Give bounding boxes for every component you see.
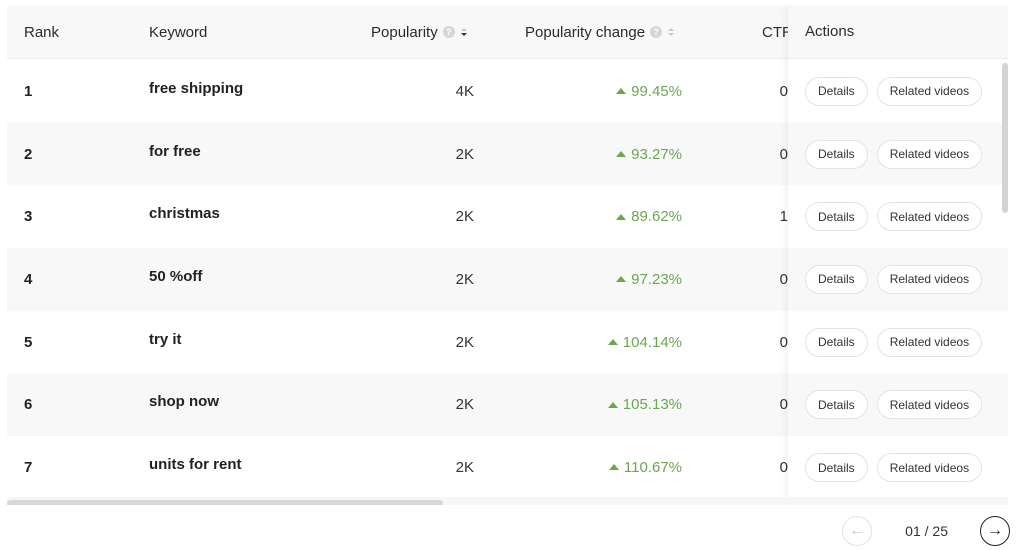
ctr-cell: 0: [779, 396, 788, 414]
ctr-cell: 0: [779, 145, 788, 163]
related-videos-button[interactable]: Related videos: [876, 264, 983, 294]
horizontal-scrollbar-thumb[interactable]: [7, 500, 443, 505]
help-icon[interactable]: ?: [442, 26, 455, 38]
popularity-change-cell: 104.14%: [567, 311, 682, 374]
pagination: ← 01 / 25 →: [842, 516, 1010, 546]
details-button[interactable]: Details: [805, 390, 868, 420]
keyword-cell: shop now: [149, 393, 219, 411]
row-actions: Details Related videos: [788, 60, 1008, 123]
prev-page-button[interactable]: ←: [842, 516, 873, 546]
vertical-scrollbar[interactable]: [1002, 63, 1008, 213]
keyword-cell: units for rent: [149, 456, 242, 474]
header-popularity[interactable]: Popularity ?: [371, 5, 469, 59]
popularity-change-value: 93.27%: [631, 145, 682, 163]
ctr-cell: 0: [779, 270, 788, 288]
popularity-cell: 2K: [455, 333, 474, 351]
popularity-cell: 2K: [455, 270, 474, 288]
related-videos-button[interactable]: Related videos: [876, 139, 983, 169]
details-button[interactable]: Details: [805, 453, 868, 483]
row-actions: Details Related videos: [788, 185, 1008, 249]
rank-cell: 2: [24, 145, 33, 163]
row-actions: Details Related videos: [788, 310, 1008, 374]
sort-icon[interactable]: [460, 26, 469, 38]
ctr-cell: 0: [779, 458, 788, 476]
ctr-cell: 1: [779, 208, 788, 226]
ctr-cell: 0: [779, 333, 788, 351]
ctr-cell: 0: [779, 82, 788, 100]
keyword-table: Rank Keyword Popularity ? Popularity cha…: [7, 5, 1008, 505]
actions-column: Actions Details Related videos Details Rela…: [788, 5, 1008, 505]
popularity-change-value: 97.23%: [631, 270, 682, 288]
next-page-button[interactable]: →: [980, 516, 1010, 546]
popularity-change-cell: 105.13%: [567, 373, 682, 436]
header-popularity-label[interactable]: Popularity: [371, 24, 438, 41]
header-keyword-label: Keyword: [149, 23, 208, 41]
header-rank-label: Rank: [24, 23, 60, 41]
details-button[interactable]: Details: [805, 76, 868, 106]
popularity-cell: 2K: [455, 458, 474, 476]
details-button[interactable]: Details: [805, 327, 868, 357]
row-actions: Details Related videos: [788, 373, 1008, 437]
trend-up-icon: [607, 401, 618, 408]
popularity-change-value: 99.45%: [631, 82, 682, 100]
keyword-cell: try it: [149, 330, 182, 348]
popularity-cell: 2K: [455, 208, 474, 226]
rank-cell: 3: [24, 208, 33, 226]
header-actions-label: Actions: [805, 23, 855, 40]
related-videos-button[interactable]: Related videos: [876, 327, 983, 357]
details-button[interactable]: Details: [805, 202, 868, 232]
related-videos-button[interactable]: Related videos: [876, 390, 983, 420]
trend-up-icon: [616, 88, 627, 95]
popularity-change-value: 110.67%: [623, 458, 682, 476]
trend-up-icon: [608, 464, 619, 471]
popularity-change-cell: 110.67%: [567, 436, 682, 499]
popularity-change-value: 105.13%: [622, 396, 682, 414]
popularity-cell: 4K: [455, 82, 474, 100]
header-popularity-change[interactable]: Popularity change ?: [525, 5, 676, 59]
rank-cell: 6: [24, 396, 33, 414]
rank-cell: 4: [24, 270, 33, 288]
header-actions: Actions: [788, 5, 1008, 59]
trend-up-icon: [607, 339, 618, 346]
help-icon[interactable]: ?: [650, 26, 663, 38]
keyword-cell: free shipping: [149, 80, 244, 97]
trend-up-icon: [616, 276, 627, 283]
trend-up-icon: [616, 213, 627, 220]
popularity-change-value: 104.14%: [622, 333, 682, 351]
arrow-right-icon: →: [987, 522, 1003, 539]
popularity-change-cell: 99.45%: [567, 60, 682, 123]
arrow-left-icon: ←: [849, 522, 866, 539]
popularity-cell: 2K: [455, 145, 474, 163]
page-indicator: 01 / 25: [905, 523, 948, 539]
popularity-cell: 2K: [455, 396, 474, 414]
sort-icon[interactable]: [668, 26, 676, 38]
row-actions: Details Related videos: [788, 436, 1008, 499]
trend-up-icon: [616, 151, 627, 158]
popularity-change-cell: 89.62%: [567, 185, 682, 248]
popularity-change-cell: 93.27%: [567, 123, 682, 186]
rank-cell: 1: [24, 82, 33, 100]
rank-cell: 7: [24, 458, 33, 476]
rank-cell: 5: [24, 333, 33, 351]
keyword-cell: christmas: [149, 205, 220, 223]
header-keyword: Keyword: [149, 5, 207, 59]
row-actions: Details Related videos: [788, 122, 1008, 186]
popularity-change-cell: 97.23%: [567, 248, 682, 311]
popularity-change-value: 89.62%: [631, 208, 682, 226]
row-actions: Details Related videos: [788, 248, 1008, 311]
related-videos-button[interactable]: Related videos: [876, 202, 983, 232]
details-button[interactable]: Details: [805, 139, 868, 169]
keyword-cell: 50 %off: [149, 268, 203, 286]
keyword-cell: for free: [149, 142, 201, 160]
details-button[interactable]: Details: [805, 264, 868, 294]
header-popularity-change-label[interactable]: Popularity change: [525, 24, 645, 41]
related-videos-button[interactable]: Related videos: [876, 453, 983, 483]
related-videos-button[interactable]: Related videos: [876, 76, 983, 106]
header-rank: Rank: [24, 5, 59, 59]
